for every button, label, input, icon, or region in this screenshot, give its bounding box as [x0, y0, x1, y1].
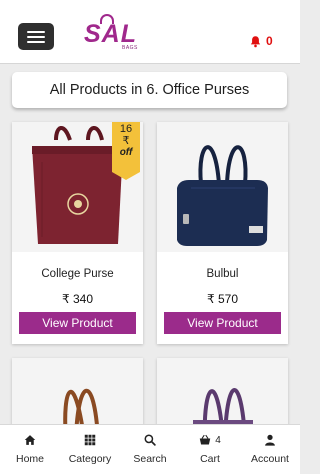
nav-account-label: Account	[251, 453, 289, 465]
product-price: ₹ 340	[62, 292, 93, 306]
basket-icon	[199, 434, 211, 445]
nav-account[interactable]: Account	[240, 425, 300, 474]
view-product-button[interactable]: View Product	[164, 312, 281, 334]
nav-search-label: Search	[133, 453, 167, 465]
nav-home-label: Home	[15, 453, 44, 465]
home-icon	[24, 435, 36, 445]
notification-button[interactable]: 0	[249, 34, 273, 48]
cart-count: 4	[215, 434, 221, 446]
nav-search[interactable]: Search	[120, 425, 180, 474]
hamburger-menu-icon[interactable]	[18, 23, 54, 50]
grid-icon	[84, 434, 96, 446]
view-product-button[interactable]: View Product	[19, 312, 136, 334]
nav-cart[interactable]: 4 Cart	[180, 425, 240, 474]
product-image[interactable]	[157, 122, 288, 252]
nav-category-label: Category	[68, 453, 112, 465]
cart-icon-group: 4	[199, 434, 221, 446]
product-image[interactable]: 16 ₹ off	[12, 122, 143, 252]
user-icon	[265, 434, 275, 446]
discount-value: 16	[119, 123, 133, 135]
page-title: All Products in 6. Office Purses	[49, 82, 250, 98]
notification-count: 0	[266, 34, 273, 48]
discount-unit: ₹	[122, 135, 130, 147]
product-name[interactable]: Bulbul	[157, 268, 288, 280]
product-card[interactable]: 16 ₹ off College Purse ₹ 340 View Produc…	[12, 122, 143, 344]
product-price: ₹ 570	[207, 292, 238, 306]
discount-suffix: off	[119, 147, 133, 158]
discount-badge: 16 ₹ off	[112, 122, 140, 180]
bulbul-bag-image	[157, 122, 288, 252]
page-title-card: All Products in 6. Office Purses	[12, 72, 287, 108]
product-card[interactable]: Bulbul ₹ 570 View Product	[157, 122, 288, 344]
logo-sub-text: BAGS	[122, 45, 138, 51]
top-bar: SAL BAGS 0	[0, 0, 300, 64]
nav-category[interactable]: Category	[60, 425, 120, 474]
search-icon	[144, 434, 156, 446]
product-name[interactable]: College Purse	[12, 268, 143, 280]
bell-icon	[250, 35, 261, 47]
nav-cart-label: Cart	[200, 453, 220, 465]
brand-logo[interactable]: SAL BAGS	[84, 14, 146, 54]
nav-home[interactable]: Home	[0, 425, 60, 474]
bottom-navigation: Home Category Search 4 Cart Account	[0, 424, 300, 474]
